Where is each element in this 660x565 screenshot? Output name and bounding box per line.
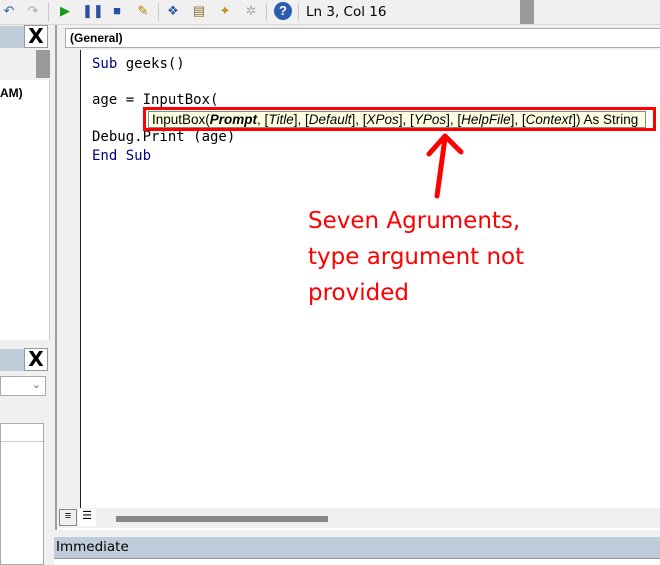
redo-icon[interactable]: ↷ bbox=[24, 2, 42, 20]
full-module-view-icon[interactable]: ☰ bbox=[78, 509, 96, 526]
project-tree-item[interactable]: AM) bbox=[0, 86, 23, 100]
object-combobox[interactable]: (General) bbox=[65, 28, 660, 48]
immediate-window[interactable] bbox=[54, 558, 660, 565]
code-line: Sub geeks() bbox=[92, 56, 185, 72]
properties-pane-close-button[interactable]: X bbox=[24, 348, 48, 371]
code-line: End Sub bbox=[92, 148, 152, 164]
scrollbar-thumb[interactable] bbox=[116, 516, 328, 522]
stop-icon[interactable]: ■ bbox=[108, 2, 126, 20]
toolbox-icon[interactable]: ✲ bbox=[242, 2, 260, 20]
help-icon[interactable]: ? bbox=[274, 2, 292, 20]
run-icon[interactable]: ▶ bbox=[56, 2, 74, 20]
annotation-text: Seven Agruments, type argument not provi… bbox=[308, 208, 525, 306]
annotation-arrow-icon bbox=[426, 133, 464, 199]
annotation-highlight-box bbox=[143, 107, 656, 131]
chevron-down-icon: ⌄ bbox=[31, 379, 41, 391]
code-margin bbox=[57, 50, 81, 510]
project-pane-scroll-button[interactable] bbox=[36, 50, 50, 78]
object-browser-icon[interactable]: ✦ bbox=[216, 2, 234, 20]
properties-icon[interactable]: ▤ bbox=[190, 2, 208, 20]
cursor-position-status: Ln 3, Col 16 bbox=[306, 4, 387, 20]
procedure-view-icon[interactable]: ≡ bbox=[59, 509, 77, 526]
properties-list[interactable] bbox=[0, 423, 44, 565]
properties-object-dropdown[interactable]: ⌄ bbox=[0, 376, 46, 396]
pause-icon[interactable]: ❚❚ bbox=[82, 2, 104, 20]
project-tree[interactable]: AM) bbox=[0, 80, 50, 340]
undo-icon[interactable]: ↶ bbox=[0, 2, 18, 20]
design-mode-icon[interactable]: ✎ bbox=[134, 2, 152, 20]
toolbar-options-dropdown[interactable] bbox=[520, 0, 534, 24]
project-pane-close-button[interactable]: X bbox=[24, 25, 48, 48]
project-explorer-icon[interactable]: ❖ bbox=[164, 2, 182, 20]
immediate-window-header: Immediate bbox=[54, 537, 660, 558]
toolbar: ↶ ↷ ▶ ❚❚ ■ ✎ ❖ ▤ ✦ ✲ ? Ln 3, Col 16 bbox=[0, 0, 660, 25]
